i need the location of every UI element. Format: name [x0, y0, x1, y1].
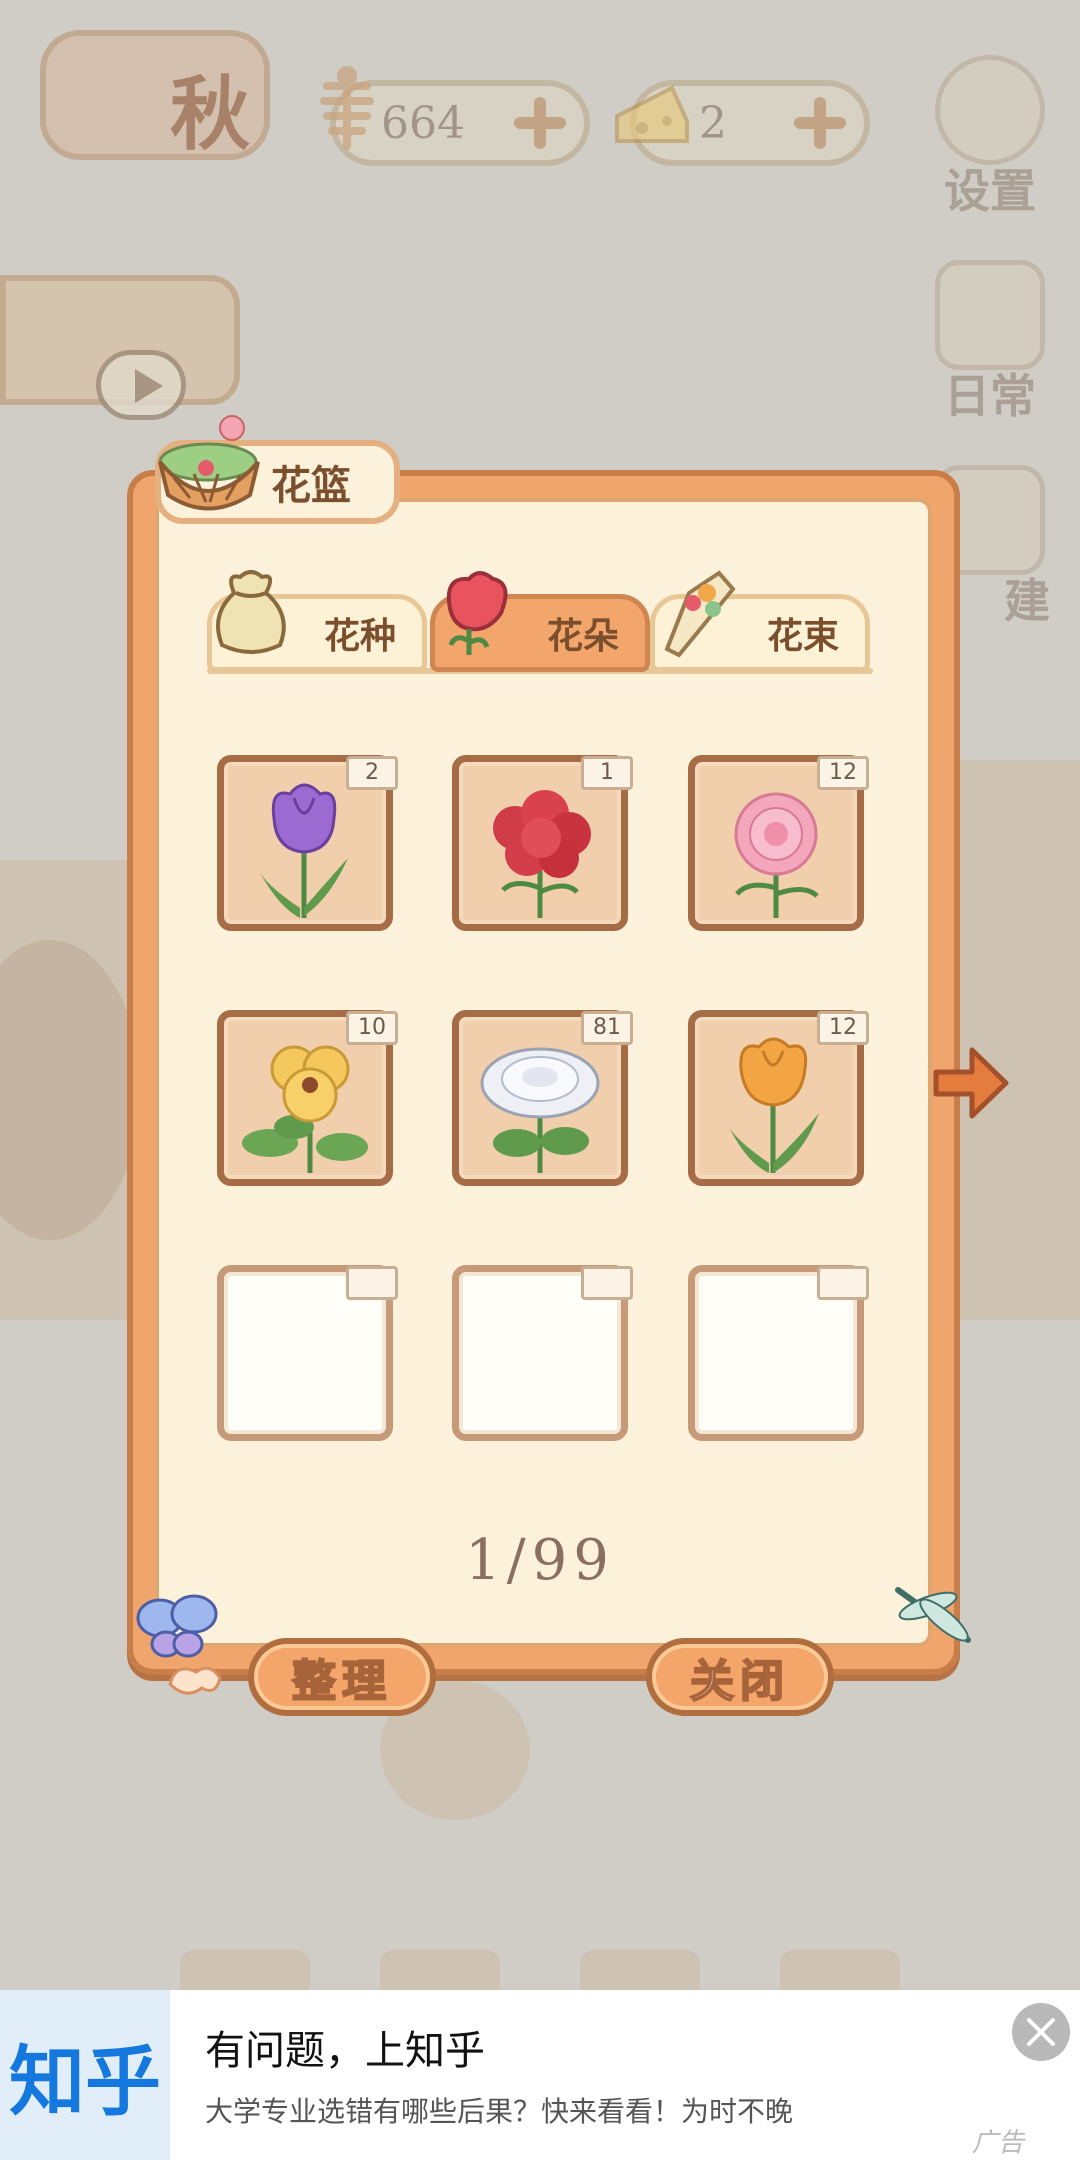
rose-icon [429, 563, 519, 663]
bouquet-icon [649, 563, 739, 663]
empty-slot[interactable] [217, 1265, 398, 1441]
next-page-arrow-icon[interactable] [930, 1038, 1010, 1128]
yellow-pansy-icon [230, 1023, 380, 1173]
ad-logo-text: 知乎 [9, 2037, 161, 2126]
bottom-nav-item [380, 1950, 500, 1990]
empty-slot[interactable] [452, 1265, 633, 1441]
add-fish-icon[interactable] [510, 93, 570, 153]
flower-count-badge: 81 [581, 1011, 633, 1045]
white-chrysanthemum-icon [465, 1023, 615, 1173]
tab-bouquets-label: 花束 [766, 615, 839, 657]
ad-close-icon[interactable] [1012, 2003, 1070, 2061]
season-label: 秋 [170, 67, 250, 161]
ad-banner[interactable]: 知乎 有问题，上知乎 大学专业选错有哪些后果？快来看看！为时不晚 [0, 1990, 1080, 2160]
ad-title: 有问题，上知乎 [205, 2028, 485, 2074]
seed-bag-icon [206, 563, 296, 663]
flower-slot[interactable]: 12 [688, 755, 869, 931]
sort-button-label: 整理 [291, 1655, 392, 1708]
daily-button[interactable]: 日常 [930, 260, 1050, 426]
bottom-nav-item [780, 1950, 900, 1990]
tab-flowers-label: 花朵 [546, 615, 619, 657]
tab-bouquets[interactable]: 花束 [650, 570, 870, 672]
orange-tulip-icon [701, 1023, 851, 1173]
empty-slot[interactable] [688, 1265, 869, 1441]
add-cheese-icon[interactable] [790, 93, 850, 153]
close-button[interactable]: 关闭 [646, 1638, 834, 1716]
flower-count-badge: 12 [817, 1011, 869, 1045]
settings-label: 设置 [944, 164, 1036, 218]
dragonfly-icon [888, 1580, 998, 1664]
daily-label: 日常 [944, 369, 1036, 423]
red-hydrangea-icon [465, 768, 615, 918]
flower-slot[interactable]: 1 [452, 755, 633, 931]
cheese-icon [612, 76, 692, 160]
flower-count-badge: 2 [346, 756, 398, 790]
flower-count-badge [817, 1266, 869, 1300]
zhihu-logo: 知乎 [0, 1990, 170, 2160]
flower-slot[interactable]: 12 [688, 1010, 869, 1186]
basket-title: 花篮 [271, 462, 351, 509]
butterfly-icon [136, 1592, 226, 1706]
bottom-nav-item [580, 1950, 700, 1990]
daily-tasks-icon [935, 260, 1045, 370]
bottom-nav-item [180, 1950, 310, 1990]
tab-flowers[interactable]: 花朵 [430, 571, 650, 672]
flower-count-badge [346, 1266, 398, 1300]
settings-button[interactable]: 设置 [930, 55, 1050, 221]
flower-basket-icon [150, 400, 270, 515]
close-button-label: 关闭 [689, 1655, 790, 1708]
flower-count-badge: 12 [817, 756, 869, 790]
gear-icon [935, 55, 1045, 165]
flower-count-badge: 1 [581, 756, 633, 790]
tab-seeds[interactable]: 花种 [207, 570, 427, 672]
ad-subtitle: 大学专业选错有哪些后果？快来看看！为时不晚 [205, 2095, 794, 2128]
purple-tulip-icon [230, 768, 380, 918]
sort-button[interactable]: 整理 [248, 1638, 436, 1716]
ad-tag: 广告 [972, 2128, 1025, 2158]
flower-slot[interactable]: 81 [452, 1010, 633, 1186]
flower-count-badge [581, 1266, 633, 1300]
tab-seeds-label: 花种 [323, 615, 396, 657]
flower-count-badge: 10 [346, 1011, 398, 1045]
flower-slot[interactable]: 2 [217, 755, 398, 931]
fishbone-icon [312, 66, 382, 173]
pink-carnation-icon [701, 768, 851, 918]
flower-slot[interactable]: 10 [217, 1010, 398, 1186]
